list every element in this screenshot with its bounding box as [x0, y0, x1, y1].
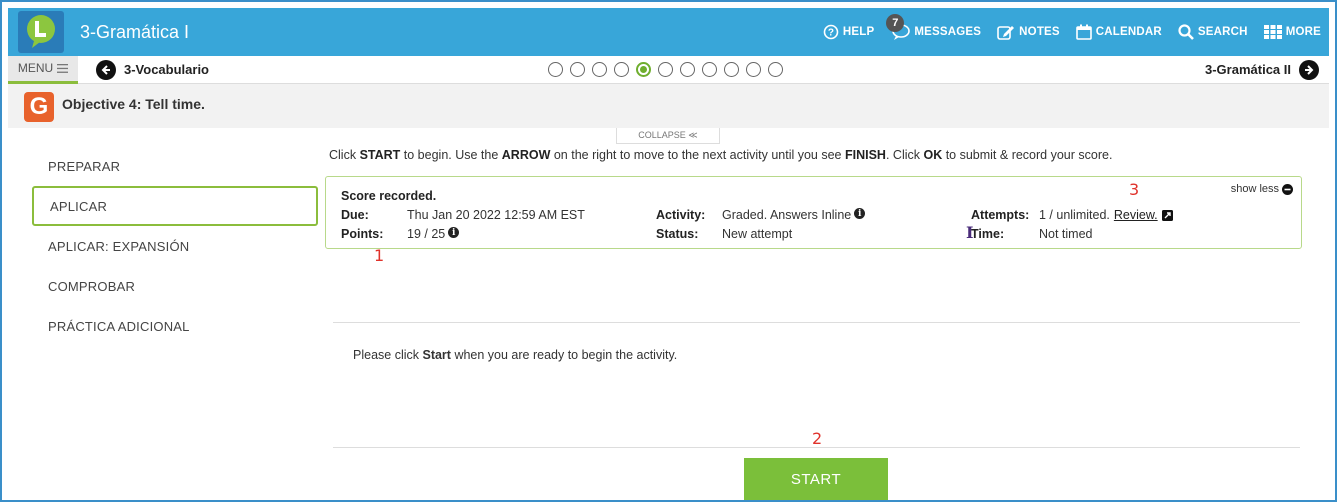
- app-title: 3-Gramática I: [80, 21, 190, 42]
- hamburger-icon: [57, 63, 69, 73]
- sidebar-item-aplicar-expansion[interactable]: APLICAR: EXPANSIÓN: [32, 226, 318, 266]
- activity-sidebar: PREPARAR APLICAR APLICAR: EXPANSIÓN COMP…: [32, 146, 318, 346]
- progress-dot[interactable]: [724, 62, 739, 77]
- lesson-nav-bar: MENU 3-Vocabulario 3-Gramática II: [8, 55, 1329, 84]
- more-label: MORE: [1285, 26, 1321, 38]
- points-label: Points:: [341, 227, 384, 241]
- progress-dot[interactable]: [768, 62, 783, 77]
- search-icon: [1178, 24, 1194, 40]
- divider: [333, 447, 1300, 448]
- progress-dot[interactable]: [680, 62, 695, 77]
- status-label: Status:: [656, 227, 699, 241]
- more-link[interactable]: MORE: [1263, 24, 1321, 40]
- grid-icon: [1263, 25, 1282, 39]
- progress-dot[interactable]: [702, 62, 717, 77]
- attempts-row: Attempts: 1 / unlimited. Review.: [971, 208, 1173, 222]
- status-value: New attempt: [722, 227, 793, 241]
- start-button[interactable]: START: [744, 458, 888, 500]
- menu-label: MENU: [17, 61, 54, 75]
- arrow-left-icon: [96, 59, 116, 80]
- notes-link[interactable]: NOTES: [997, 24, 1060, 40]
- notes-label: NOTES: [1019, 26, 1060, 38]
- minus-circle-icon: [1282, 183, 1293, 195]
- objective-title: Objective 4: Tell time.: [62, 96, 205, 112]
- activity-row: Activity: Graded. Answers Inline i: [656, 208, 866, 222]
- calendar-link[interactable]: CALENDAR: [1075, 24, 1162, 40]
- time-row: Time: Not timed: [971, 227, 1093, 241]
- calendar-icon: [1075, 24, 1092, 40]
- activity-prompt: Please click Start when you are ready to…: [353, 348, 678, 362]
- messages-label: MESSAGES: [914, 26, 982, 38]
- info-icon[interactable]: i: [854, 208, 866, 219]
- due-value: Thu Jan 20 2022 12:59 AM EST: [407, 208, 585, 222]
- sidebar-item-comprobar[interactable]: COMPROBAR: [32, 266, 318, 306]
- attempts-label: Attempts:: [971, 208, 1030, 222]
- divider: [333, 322, 1300, 323]
- due-row: Due: Thu Jan 20 2022 12:59 AM EST: [341, 208, 585, 222]
- progress-dot[interactable]: [746, 62, 761, 77]
- score-summary-panel: Score recorded. show less Due: Thu Jan 2…: [325, 176, 1302, 249]
- arrow-right-icon: [1299, 59, 1319, 80]
- time-value: Not timed: [1039, 227, 1093, 241]
- help-label: HELP: [842, 26, 875, 38]
- info-icon[interactable]: i: [448, 227, 460, 238]
- annotation-3: 3: [1129, 180, 1140, 199]
- app-logo[interactable]: [18, 11, 64, 53]
- external-link-icon[interactable]: [1161, 210, 1173, 221]
- help-link[interactable]: ? HELP: [823, 24, 874, 40]
- next-lesson-link[interactable]: 3-Gramática II: [1205, 59, 1319, 80]
- objective-header: G Objective 4: Tell time.: [8, 84, 1329, 128]
- search-label: SEARCH: [1197, 26, 1248, 38]
- sidebar-item-preparar[interactable]: PREPARAR: [32, 146, 318, 186]
- top-nav: ? HELP 7 MESSAGES NOTES CALENDAR SEARCH …: [823, 14, 1321, 40]
- points-row: Points: 19 / 25 i: [341, 227, 460, 241]
- activity-label: Activity:: [656, 208, 706, 222]
- calendar-label: CALENDAR: [1095, 26, 1162, 38]
- attempts-value: 1 / unlimited.: [1039, 208, 1110, 222]
- top-bar: 3-Gramática I ? HELP 7 MESSAGES NOTES CA…: [8, 8, 1329, 56]
- svg-text:?: ?: [828, 28, 834, 39]
- due-label: Due:: [341, 208, 369, 222]
- time-label: Time:: [971, 227, 1005, 241]
- progress-dot[interactable]: [548, 62, 563, 77]
- help-icon: ?: [823, 24, 839, 40]
- progress-dots: [548, 62, 783, 77]
- show-less-label: show less: [1230, 183, 1279, 195]
- annotation-1: 1: [374, 246, 385, 265]
- progress-dot[interactable]: [614, 62, 629, 77]
- status-row: Status: New attempt: [656, 227, 792, 241]
- sidebar-item-practica-adicional[interactable]: PRÁCTICA ADICIONAL: [32, 306, 318, 346]
- points-value: 19 / 25: [407, 227, 446, 241]
- progress-dot[interactable]: [658, 62, 673, 77]
- search-link[interactable]: SEARCH: [1178, 24, 1248, 40]
- score-status-title: Score recorded.: [341, 189, 437, 203]
- review-link[interactable]: Review.: [1114, 208, 1158, 222]
- sidebar-item-aplicar[interactable]: APLICAR: [32, 186, 318, 226]
- activity-value: Graded. Answers Inline: [722, 208, 852, 222]
- show-less-toggle[interactable]: show less: [1231, 183, 1293, 195]
- text-cursor-icon: I: [966, 223, 974, 242]
- previous-lesson-label: 3-Vocabulario: [124, 62, 210, 77]
- annotation-2: 2: [812, 429, 823, 448]
- progress-dot[interactable]: [570, 62, 585, 77]
- edit-icon: [997, 26, 1015, 40]
- next-lesson-label: 3-Gramática II: [1205, 62, 1291, 77]
- collapse-toggle[interactable]: COLLAPSE ≪: [616, 128, 720, 144]
- previous-lesson-link[interactable]: 3-Vocabulario: [96, 59, 210, 80]
- progress-dot[interactable]: [592, 62, 607, 77]
- instructions-text: Click START to begin. Use the ARROW on t…: [329, 148, 1113, 162]
- grammar-badge-icon: G: [24, 92, 54, 122]
- menu-button[interactable]: MENU: [8, 55, 78, 84]
- progress-dot[interactable]: [636, 62, 651, 77]
- messages-link[interactable]: 7 MESSAGES: [886, 14, 982, 40]
